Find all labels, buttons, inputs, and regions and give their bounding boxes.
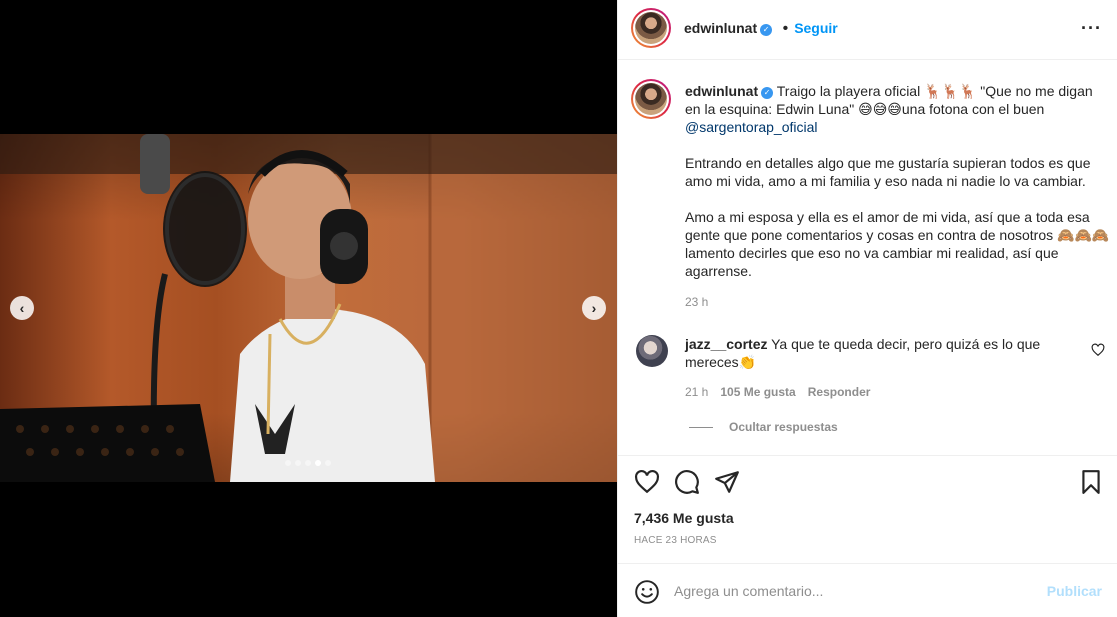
comment-bubble-icon[interactable] bbox=[674, 469, 700, 495]
post-media: ‹ › bbox=[0, 0, 617, 617]
carousel-dot bbox=[285, 460, 291, 466]
post-photo bbox=[0, 134, 617, 482]
caption-username[interactable]: edwinlunat bbox=[685, 83, 758, 99]
caption-paragraph-3: Amo a mi esposa y ella es el amor de mi … bbox=[685, 209, 1110, 279]
chevron-left-icon: ‹ bbox=[19, 300, 25, 316]
follow-button[interactable]: Seguir bbox=[794, 20, 838, 36]
comment-timestamp[interactable]: 21 h bbox=[685, 385, 708, 399]
caption-paragraph-2: Entrando en detalles algo que me gustarí… bbox=[685, 155, 1091, 189]
photo-illustration bbox=[0, 134, 617, 482]
commenter-avatar[interactable] bbox=[636, 335, 668, 367]
post-caption: edwinlunat ✓ Traigo la playera oficial 🦌🦌… bbox=[685, 82, 1110, 298]
hide-replies-button[interactable]: Ocultar respuestas bbox=[689, 420, 838, 434]
emoji-smile-icon[interactable] bbox=[634, 579, 660, 605]
author-username[interactable]: edwinlunat bbox=[684, 20, 757, 36]
carousel-dot-active bbox=[315, 460, 321, 466]
comment-meta: 21 h 105 Me gusta Responder bbox=[685, 385, 870, 399]
carousel-dot bbox=[305, 460, 311, 466]
post-time-ago[interactable]: HACE 23 HORAS bbox=[634, 535, 717, 546]
commenter-username[interactable]: jazz__cortez bbox=[685, 336, 767, 352]
verified-check-icon: ✓ bbox=[761, 87, 774, 99]
post-side-panel: edwinlunat ✓ • Seguir ··· edwinlunat ✓ Trai… bbox=[617, 0, 1117, 617]
caption-author-avatar[interactable] bbox=[631, 79, 671, 119]
comment-composer: Publicar bbox=[618, 563, 1117, 617]
chevron-right-icon: › bbox=[591, 300, 597, 316]
comment-body: jazz__cortez Ya que te queda decir, pero… bbox=[685, 335, 1085, 371]
comment-reply-button[interactable]: Responder bbox=[808, 385, 871, 399]
save-bookmark-icon[interactable] bbox=[1078, 469, 1104, 495]
verified-check-icon: ✓ bbox=[760, 23, 773, 36]
divider-line bbox=[689, 426, 713, 428]
carousel-dot bbox=[295, 460, 301, 466]
post-header: edwinlunat ✓ • Seguir ··· bbox=[618, 0, 1117, 60]
hide-replies-label: Ocultar respuestas bbox=[729, 420, 838, 434]
caption-timestamp[interactable]: 23 h bbox=[685, 295, 708, 309]
comment-likes-count[interactable]: 105 Me gusta bbox=[720, 385, 795, 399]
carousel-dot bbox=[325, 460, 331, 466]
more-options-icon[interactable]: ··· bbox=[1081, 18, 1102, 39]
carousel-next-button[interactable]: › bbox=[582, 296, 606, 320]
comment-like-heart-icon[interactable] bbox=[1091, 343, 1105, 357]
header-bullet: • bbox=[782, 20, 789, 37]
post-actions-bar bbox=[618, 455, 1117, 508]
author-avatar[interactable] bbox=[631, 8, 671, 48]
likes-count[interactable]: 7,436 Me gusta bbox=[634, 510, 734, 526]
carousel-indicator bbox=[285, 460, 331, 466]
carousel-prev-button[interactable]: ‹ bbox=[10, 296, 34, 320]
share-paper-plane-icon[interactable] bbox=[714, 469, 740, 495]
add-comment-input[interactable] bbox=[674, 579, 1034, 603]
publish-button[interactable]: Publicar bbox=[1047, 583, 1102, 599]
like-heart-icon[interactable] bbox=[634, 469, 660, 495]
caption-mention-link[interactable]: @sargentorap_oficial bbox=[685, 119, 818, 135]
